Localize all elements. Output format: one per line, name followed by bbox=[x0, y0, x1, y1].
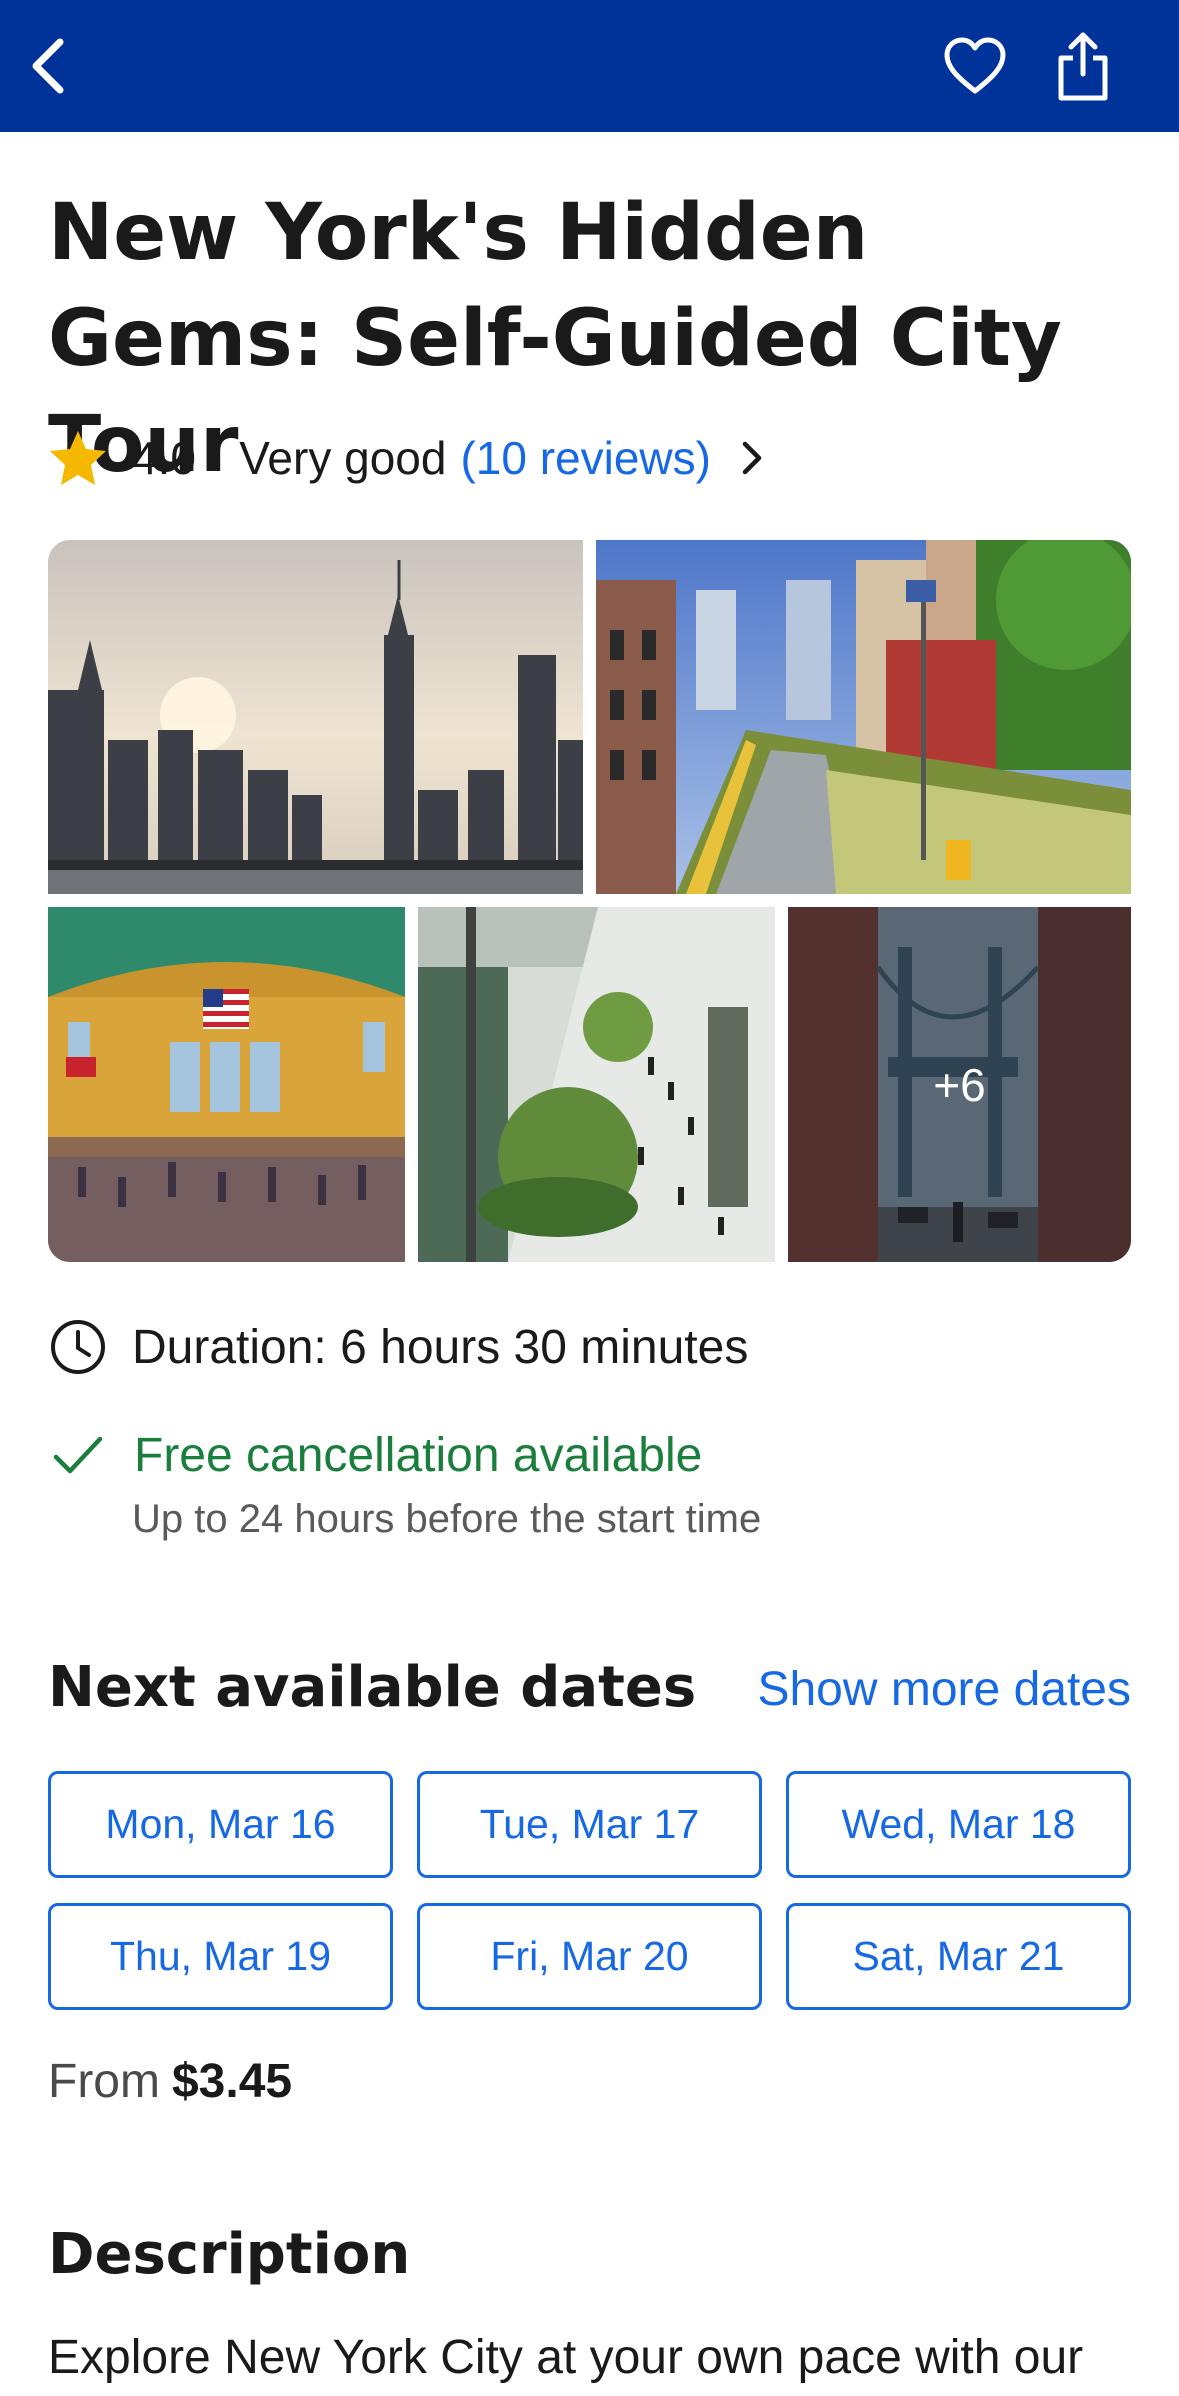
checkmark-icon bbox=[53, 1436, 103, 1474]
clock-icon bbox=[51, 1320, 105, 1374]
garden-plaza-photo[interactable] bbox=[418, 907, 775, 1262]
chevron-right-icon bbox=[742, 441, 762, 475]
photo-gallery[interactable]: +6 bbox=[48, 540, 1131, 1262]
grand-central-photo[interactable] bbox=[48, 907, 405, 1262]
share-button[interactable] bbox=[1043, 0, 1123, 132]
chevron-left-icon bbox=[32, 38, 64, 94]
share-icon bbox=[1058, 32, 1108, 101]
price-amount: $3.45 bbox=[171, 2055, 293, 2108]
rating-label: Very good bbox=[239, 432, 447, 484]
date-option-button[interactable]: Sat, Mar 21 bbox=[786, 1903, 1131, 2010]
manhattan-bridge-photo[interactable]: +6 bbox=[788, 907, 1131, 1262]
reviews-link[interactable]: (10 reviews) bbox=[460, 431, 711, 485]
cancellation-row: Free cancellation available bbox=[48, 1422, 702, 1488]
date-option-button[interactable]: Tue, Mar 17 bbox=[417, 1771, 762, 1878]
date-option-button[interactable]: Wed, Mar 18 bbox=[786, 1771, 1131, 1878]
high-line-photo[interactable] bbox=[596, 540, 1131, 894]
manhattan-skyline-photo[interactable] bbox=[48, 540, 583, 894]
heart-icon bbox=[944, 37, 1006, 94]
more-photos-count[interactable]: +6 bbox=[788, 907, 1131, 1262]
rating-separator: · bbox=[209, 432, 226, 484]
cancellation-text: Free cancellation available bbox=[134, 1428, 703, 1482]
rating-row[interactable]: 4.0 · Very good (10 reviews) bbox=[48, 425, 767, 491]
date-option-button[interactable]: Thu, Mar 19 bbox=[48, 1903, 393, 2010]
description-heading: Description bbox=[48, 2222, 411, 2287]
star-icon bbox=[50, 431, 106, 485]
top-app-bar bbox=[0, 0, 1179, 132]
description-text: Explore New York City at your own pace w… bbox=[48, 2331, 1084, 2384]
price-row: From $3.45 bbox=[48, 2054, 292, 2109]
cancellation-note: Up to 24 hours before the start time bbox=[132, 1497, 762, 1541]
duration-text: Duration: 6 hours 30 minutes bbox=[132, 1320, 749, 1374]
duration-row: Duration: 6 hours 30 minutes bbox=[48, 1314, 748, 1380]
rating-value: 4.0 bbox=[132, 432, 196, 484]
date-option-button[interactable]: Fri, Mar 20 bbox=[417, 1903, 762, 2010]
dates-heading: Next available dates bbox=[48, 1655, 697, 1720]
date-option-button[interactable]: Mon, Mar 16 bbox=[48, 1771, 393, 1878]
show-more-dates-link[interactable]: Show more dates bbox=[757, 1662, 1131, 1717]
price-prefix: From bbox=[48, 2055, 160, 2108]
back-button[interactable] bbox=[18, 0, 78, 132]
favorite-button[interactable] bbox=[935, 0, 1015, 132]
